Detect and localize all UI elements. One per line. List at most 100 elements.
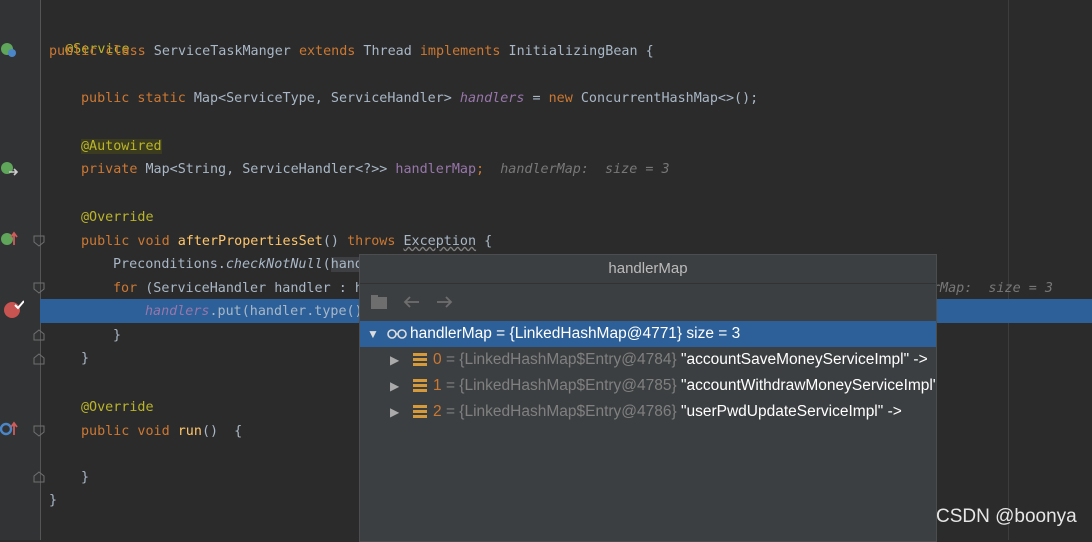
editor-gutter (0, 0, 40, 540)
parens: ( (322, 257, 331, 272)
method-name: checkNotNull (225, 257, 323, 272)
entry-type: = {LinkedHashMap$Entry@4785} (445, 377, 677, 394)
brace: } (81, 351, 90, 366)
entry-index: 1 (433, 377, 442, 394)
parens: () (322, 234, 348, 249)
code-line-after-properties-set: public void afterPropertiesSet() throws … (81, 231, 492, 253)
type-name: Map<String, ServiceHandler<?>> (137, 162, 396, 177)
field-name: handlerMap (395, 162, 477, 177)
keyword: public void (81, 424, 170, 439)
expression: ConcurrentHashMap<>(); (572, 91, 759, 106)
keyword: public static (81, 91, 186, 106)
annotation-text: @Override (81, 400, 154, 415)
brace: { (476, 234, 493, 249)
brace: } (49, 493, 58, 508)
tree-entry-0[interactable]: ▶ 0 = {LinkedHashMap$Entry@4784} "accoun… (360, 347, 936, 373)
gutter-divider (40, 0, 41, 540)
tree-root-label: handlerMap = {LinkedHashMap@4771} size =… (410, 325, 741, 342)
fold-marker-icon[interactable] (33, 353, 45, 365)
code-line-run-method: public void run() { (81, 421, 242, 443)
method-name: run (169, 424, 202, 439)
interface-name: InitializingBean { (500, 44, 654, 59)
map-entry-icon (413, 379, 427, 392)
tree-root-handlermap[interactable]: ▼ handlerMap = {LinkedHashMap@4771} size… (360, 321, 936, 347)
entry-value: "userPwdUpdateServiceImpl" -> (681, 403, 902, 420)
keyword: implements (419, 44, 501, 59)
keyword: extends (298, 44, 356, 59)
code-line-annotation-service: @Service (49, 17, 130, 57)
forward-arrow-icon[interactable] (434, 294, 454, 310)
operator: = (524, 91, 549, 106)
breakpoint-icon[interactable] (2, 298, 24, 320)
tree-entry-2[interactable]: ▶ 2 = {LinkedHashMap$Entry@4786} "userPw… (360, 399, 936, 425)
spring-autowired-icon[interactable] (0, 160, 20, 178)
expression: .put(handler.type() (209, 304, 363, 319)
popup-title: handlerMap (360, 255, 936, 284)
field-name: handlers (145, 304, 210, 319)
class-name: ServiceTaskManger (145, 44, 299, 59)
exception-type: Exception (403, 234, 477, 249)
entry-value: "accountWithdrawMoneyServiceImpl" -> (681, 377, 936, 394)
class-reference: Preconditions. (113, 257, 226, 272)
inline-debug-value-for: rMap: size = 3 (932, 278, 1053, 300)
code-line-handlermap-field: private Map<String, ServiceHandler<?>> h… (81, 159, 670, 181)
type-name: Thread (355, 44, 420, 59)
variable-inspector-popup[interactable]: handlerMap ▼ handlerMap = {LinkedHashMap… (359, 254, 937, 542)
folder-tree-icon[interactable] (370, 293, 390, 311)
keyword: public class (49, 44, 146, 59)
expand-arrow-icon[interactable]: ▶ (390, 347, 399, 373)
method-name: afterPropertiesSet (169, 234, 323, 249)
code-line-close-for: } (113, 325, 121, 347)
keyword: public void (81, 234, 170, 249)
entry-index: 0 (433, 351, 442, 368)
back-arrow-icon[interactable] (402, 294, 422, 310)
collapse-arrow-icon[interactable]: ▼ (367, 321, 379, 347)
code-line-check-not-null: Preconditions.checkNotNull(hand (113, 254, 363, 276)
expand-arrow-icon[interactable]: ▶ (390, 399, 399, 425)
code-line-handlers-put: handlers.put(handler.type() (145, 301, 363, 323)
parens: () { (201, 424, 243, 439)
fold-marker-icon[interactable] (33, 235, 45, 247)
code-line-close-class: } (49, 490, 57, 512)
entry-index: 2 (433, 403, 442, 420)
expand-arrow-icon[interactable]: ▶ (390, 373, 399, 399)
fold-marker-icon[interactable] (33, 329, 45, 341)
brace: } (81, 470, 90, 485)
watermark: CSDN @boonya (936, 506, 1077, 527)
code-line-class-declaration: public class ServiceTaskManger extends T… (49, 41, 654, 63)
loop-header: (ServiceHandler handler : h (137, 281, 363, 296)
annotation-text: @Autowired (81, 139, 162, 154)
entry-type: = {LinkedHashMap$Entry@4784} (445, 351, 677, 368)
entry-type: = {LinkedHashMap$Entry@4786} (445, 403, 677, 420)
spring-bean-icon[interactable] (0, 41, 20, 59)
fold-marker-icon[interactable] (33, 425, 45, 437)
code-line-close-method: } (81, 348, 89, 370)
code-line-autowired: @Autowired (81, 136, 162, 158)
popup-toolbar (360, 284, 936, 320)
keyword: private (81, 162, 138, 177)
entry-value: "accountSaveMoneyServiceImpl" -> (681, 351, 928, 368)
field-name: handlers (459, 91, 525, 106)
keyword: new (548, 91, 573, 106)
brace: } (113, 328, 122, 343)
fold-marker-icon[interactable] (33, 282, 45, 294)
implements-method-icon[interactable] (0, 230, 20, 248)
override-method-icon[interactable] (0, 420, 20, 438)
keyword: for (113, 281, 138, 296)
fold-marker-icon[interactable] (33, 471, 45, 483)
annotation-text: @Override (81, 210, 154, 225)
tree-entry-1[interactable]: ▶ 1 = {LinkedHashMap$Entry@4785} "accoun… (360, 373, 936, 399)
map-entry-icon (413, 353, 427, 366)
code-line-close-run: } (81, 467, 89, 489)
code-line-override: @Override (81, 207, 154, 229)
inline-debug-value: rMap: size = 3 (932, 281, 1053, 296)
type-name: Map<ServiceType, ServiceHandler> (185, 91, 460, 106)
right-margin-guide (1008, 0, 1009, 540)
inline-debug-value: handlerMap: size = 3 (484, 162, 670, 177)
code-line-handlers-field: public static Map<ServiceType, ServiceHa… (81, 88, 758, 110)
keyword: throws (347, 234, 396, 249)
code-line-for-loop: for (ServiceHandler handler : h (113, 278, 363, 300)
watch-glasses-icon (387, 329, 407, 339)
code-line-override-2: @Override (81, 397, 154, 419)
map-entry-icon (413, 405, 427, 418)
